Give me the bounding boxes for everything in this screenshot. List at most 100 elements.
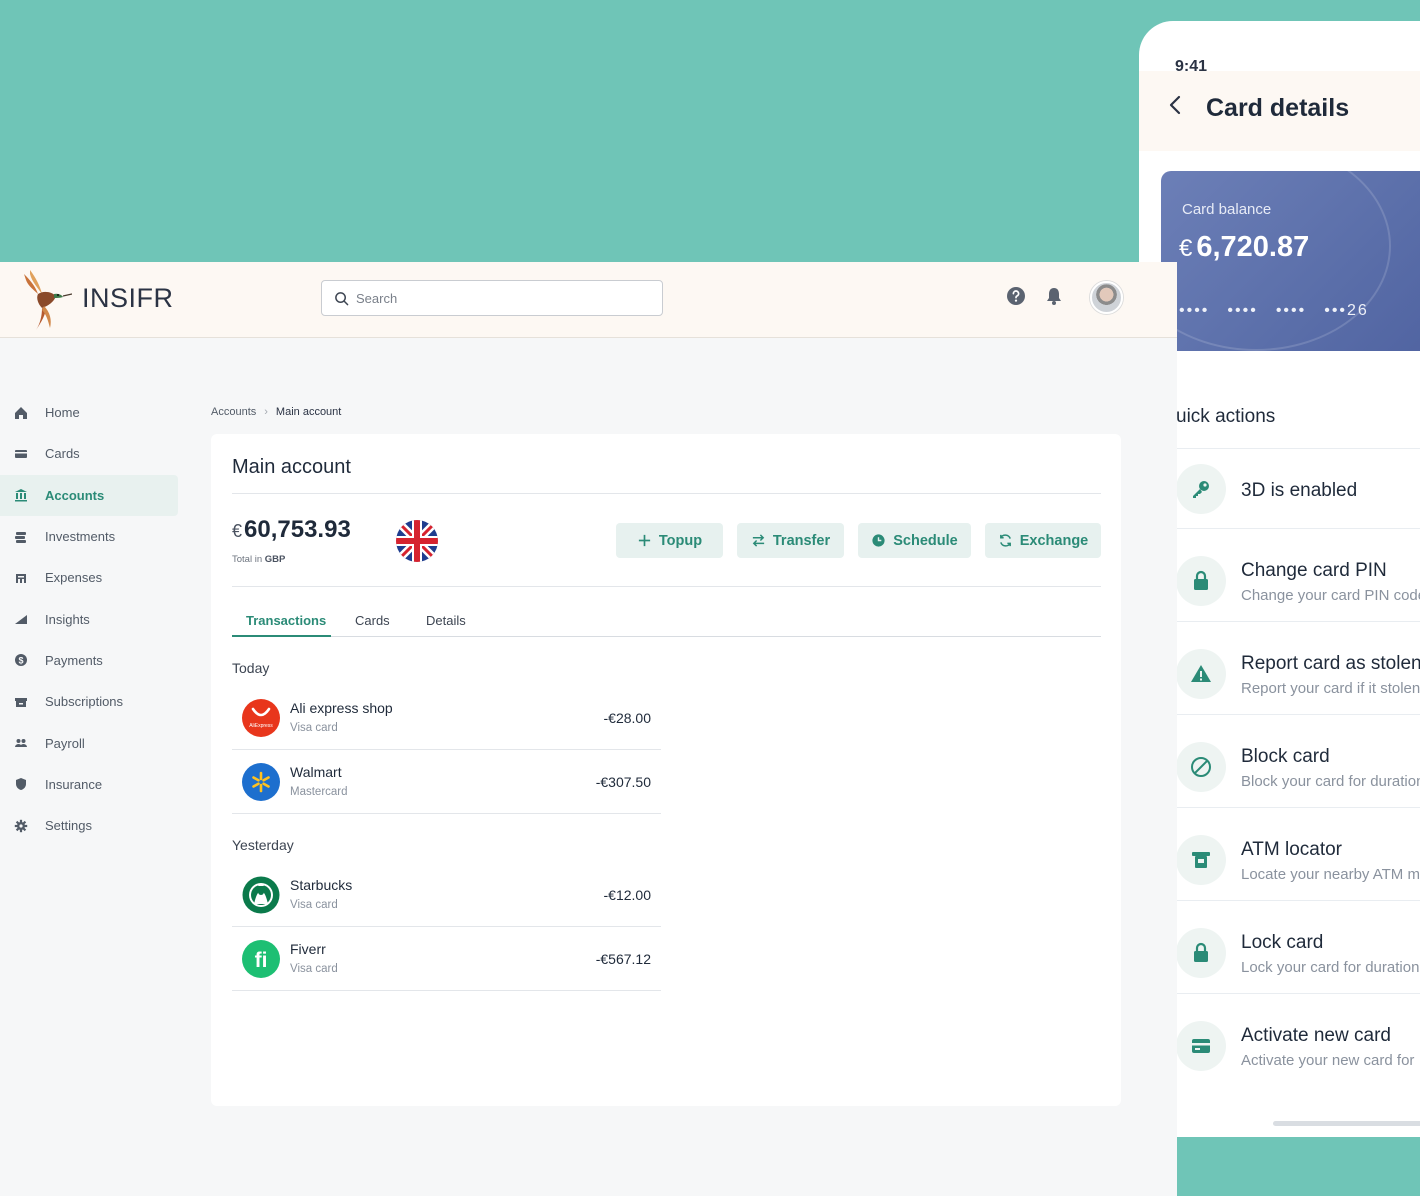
- expenses-icon: [16, 573, 26, 583]
- schedule-button[interactable]: Schedule: [858, 523, 971, 558]
- starbucks-logo: [242, 876, 280, 914]
- user-avatar[interactable]: [1090, 281, 1123, 314]
- payment-method: Mastercard: [290, 786, 348, 798]
- sidebar-item-payroll[interactable]: Payroll: [0, 722, 178, 763]
- sidebar-item-insights[interactable]: Insights: [0, 598, 178, 639]
- sidebar-item-label: Insights: [45, 611, 90, 627]
- tab-cards[interactable]: Cards: [355, 613, 390, 628]
- tab-details[interactable]: Details: [426, 613, 466, 628]
- transaction-row[interactable]: Walmart Mastercard -€307.50: [232, 750, 661, 814]
- fiverr-logo: fi: [242, 940, 280, 978]
- divider: [1176, 528, 1420, 529]
- day-group-label: Yesterday: [232, 837, 294, 853]
- card-icon: [15, 449, 27, 458]
- quick-action-lock-card[interactable]: Lock card Lock your card for duration: [1176, 913, 1420, 993]
- mobile-page-title: Card details: [1206, 94, 1350, 122]
- sidebar-item-label: Investments: [45, 529, 116, 545]
- people-icon: [15, 739, 27, 748]
- card-balance-label: Card balance: [1182, 201, 1272, 218]
- quick-action-name: Report card as stolen: [1241, 653, 1420, 674]
- quick-action-description: Report your card if it stolen: [1241, 680, 1420, 697]
- sidebar-item-investments[interactable]: Investments: [0, 516, 178, 557]
- sidebar-item-label: Insurance: [45, 776, 103, 792]
- divider: [232, 493, 1101, 494]
- quick-action-name: Lock card: [1241, 932, 1324, 953]
- quick-action-change-pin[interactable]: Change card PIN Change your card PIN cod…: [1176, 541, 1420, 621]
- sidebar-item-label: Cards: [45, 446, 80, 462]
- payment-method: Visa card: [290, 899, 338, 911]
- atm-icon: [1176, 835, 1226, 885]
- button-label: Topup: [658, 532, 703, 549]
- quick-action-3d-secure[interactable]: 3D is enabled: [1176, 449, 1420, 529]
- search-box[interactable]: [321, 280, 663, 316]
- transfer-button[interactable]: Transfer: [737, 523, 844, 558]
- svg-text:$: $: [18, 656, 23, 666]
- svg-text:AliExpress: AliExpress: [249, 723, 273, 729]
- home-icon: [15, 406, 27, 419]
- divider: [1176, 900, 1420, 901]
- dollar-icon: $: [15, 654, 27, 667]
- sidebar-item-insurance[interactable]: Insurance: [0, 764, 178, 805]
- quick-action-description: Lock your card for duration: [1241, 959, 1420, 976]
- transaction-row[interactable]: fi Fiverr Visa card -€567.12: [232, 927, 661, 991]
- sidebar-item-settings[interactable]: Settings: [0, 805, 178, 846]
- merchant-name: Walmart: [290, 764, 342, 780]
- account-balance: €60,753.93: [232, 516, 351, 543]
- payment-method: Visa card: [290, 722, 338, 734]
- divider: [1176, 993, 1420, 994]
- quick-actions-heading: uick actions: [1176, 406, 1276, 427]
- transaction-row[interactable]: AliExpress Ali express shop Visa card -€…: [232, 686, 661, 750]
- payment-method: Visa card: [290, 963, 338, 975]
- search-input[interactable]: [356, 288, 646, 308]
- account-tabs: Transactions Cards Details: [232, 607, 1101, 637]
- notification-bell-icon[interactable]: [1044, 286, 1064, 306]
- help-icon[interactable]: [1006, 286, 1026, 306]
- sidebar-item-label: Accounts: [45, 487, 105, 503]
- sidebar-item-label: Home: [45, 405, 80, 421]
- uk-flag-icon[interactable]: [396, 520, 438, 562]
- account-panel: Main account €60,753.93 Total in GBP Top…: [211, 434, 1121, 1106]
- home-indicator: [1273, 1121, 1420, 1126]
- sidebar-item-cards[interactable]: Cards: [0, 433, 178, 474]
- bank-icon: [15, 489, 27, 502]
- clock-icon: [872, 534, 885, 547]
- sidebar-item-payments[interactable]: $ Payments: [0, 640, 178, 681]
- sidebar-item-subscriptions[interactable]: Subscriptions: [0, 681, 178, 722]
- tab-transactions[interactable]: Transactions: [246, 613, 326, 628]
- quick-action-name: 3D is enabled: [1241, 480, 1358, 501]
- sidebar-item-label: Payments: [45, 652, 103, 668]
- card-balance-visual[interactable]: Card balance €6,720.87 •••• •••• •••• •••26: [1161, 171, 1420, 351]
- transaction-amount: -€12.00: [603, 887, 651, 903]
- active-tab-indicator: [232, 635, 331, 637]
- exchange-icon: [999, 534, 1011, 547]
- key-icon: [1176, 464, 1226, 514]
- topup-button[interactable]: Topup: [616, 523, 723, 558]
- shield-icon: [16, 778, 26, 791]
- sidebar-item-accounts[interactable]: Accounts: [0, 474, 178, 516]
- hummingbird-logo: [24, 270, 72, 330]
- lock-icon: [1176, 928, 1226, 978]
- quick-action-activate-card[interactable]: Activate new card Activate your new card…: [1176, 1006, 1420, 1086]
- card-number-masked: •••• •••• •••• •••26: [1179, 302, 1369, 319]
- top-bar: INSIFR: [0, 262, 1177, 338]
- lock-icon: [1176, 556, 1226, 606]
- plus-icon: [638, 534, 651, 547]
- transaction-amount: -€567.12: [595, 951, 651, 967]
- back-arrow-icon[interactable]: [1165, 94, 1187, 116]
- exchange-button[interactable]: Exchange: [985, 523, 1101, 558]
- sidebar-item-label: Payroll: [45, 735, 85, 751]
- sidebar-item-home[interactable]: Home: [0, 392, 178, 433]
- day-group-label: Today: [232, 660, 270, 676]
- divider: [232, 586, 1101, 587]
- sidebar-item-expenses[interactable]: Expenses: [0, 557, 178, 598]
- breadcrumb-parent[interactable]: Accounts: [211, 406, 256, 418]
- gear-icon: [14, 819, 28, 832]
- card-balance-amount: €6,720.87: [1179, 231, 1310, 263]
- merchant-name: Starbucks: [290, 877, 353, 893]
- quick-action-block-card[interactable]: Block card Block your card for duration: [1176, 727, 1420, 807]
- transaction-row[interactable]: Starbucks Visa card -€12.00: [232, 863, 661, 927]
- quick-action-atm-locator[interactable]: ATM locator Locate your nearby ATM m: [1176, 820, 1420, 900]
- mobile-card-details-panel: 9:41 Card details Card balance €6,720.87…: [1139, 21, 1420, 1137]
- quick-action-name: Activate new card: [1241, 1025, 1391, 1046]
- quick-action-report-stolen[interactable]: Report card as stolen Report your card i…: [1176, 634, 1420, 714]
